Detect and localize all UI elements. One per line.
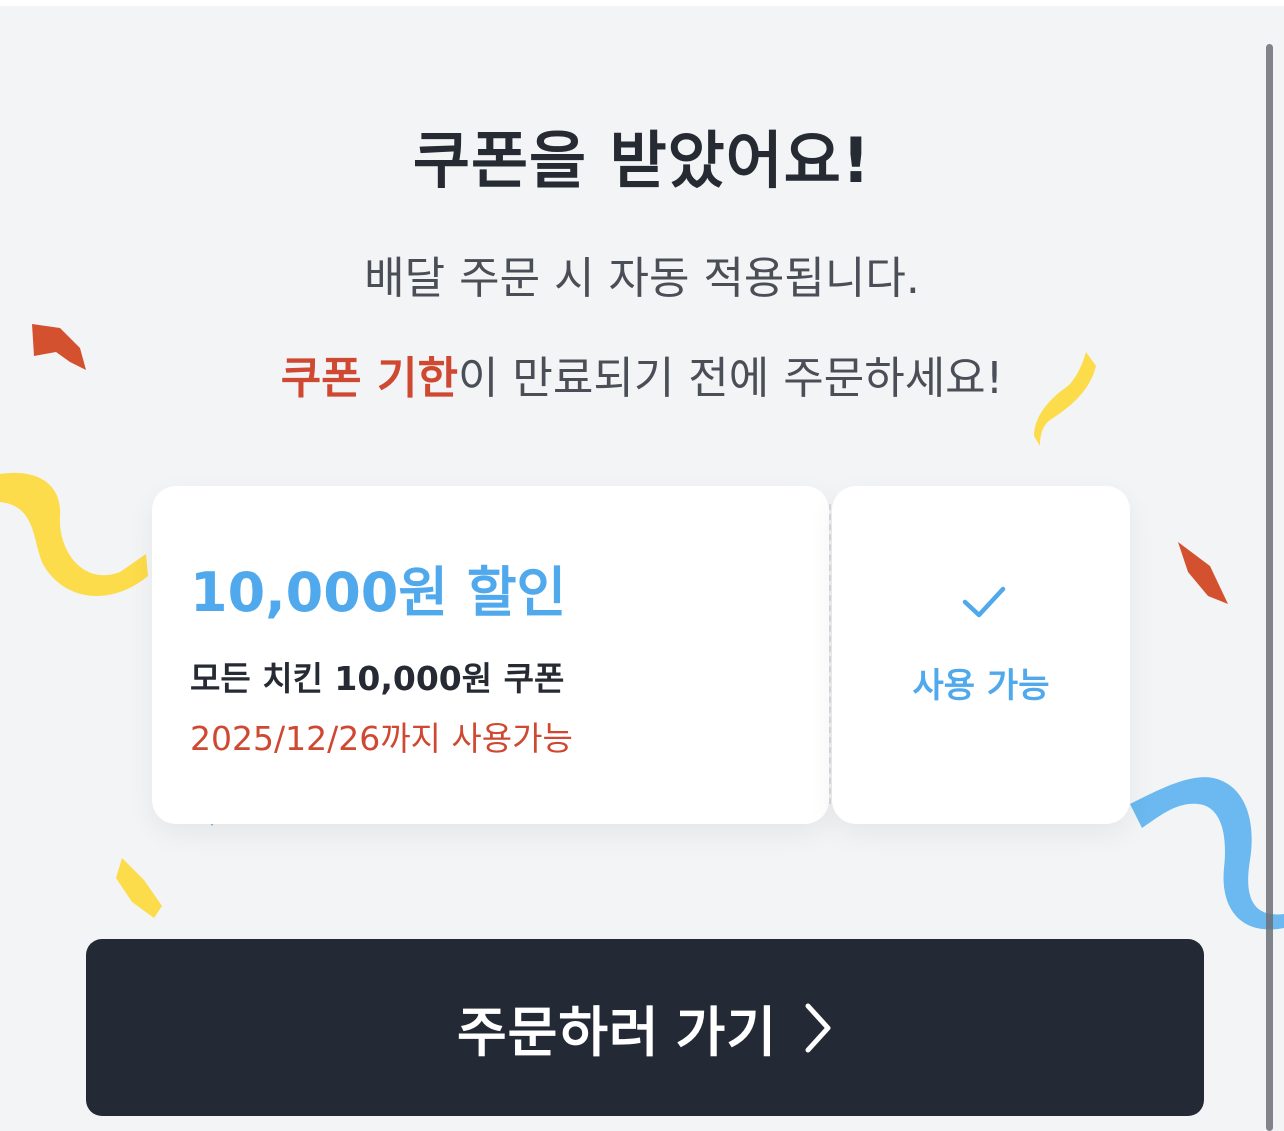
confetti-yellow-wave-left <box>0 472 148 597</box>
go-to-order-button[interactable]: 주문하러 가기 <box>86 939 1204 1116</box>
scrollbar[interactable] <box>1266 44 1273 1131</box>
expiry-notice-highlight: 쿠폰 기한 <box>280 353 458 404</box>
auto-apply-subtitle: 배달 주문 시 자동 적용됩니다. <box>364 253 920 304</box>
coupon-perforation-divider <box>829 504 831 804</box>
confetti-blue-ribbon <box>1130 777 1284 930</box>
page-title: 쿠폰을 받았어요! <box>412 124 872 197</box>
confetti-red-shard-right <box>1178 542 1228 604</box>
confetti-yellow-shard <box>116 858 162 918</box>
coupon-name: 모든 치킨 10,000원 쿠폰 <box>190 659 565 698</box>
coupon-card: 10,000원 할인 모든 치킨 10,000원 쿠폰 2025/12/26까지… <box>152 486 829 824</box>
coupon-expiry: 2025/12/26까지 사용가능 <box>190 719 573 758</box>
coupon-received-screen: 쿠폰을 받았어요! 배달 주문 시 자동 적용됩니다. 쿠폰 기한이 만료되기 … <box>0 6 1284 1131</box>
check-icon <box>962 586 1006 618</box>
coupon-discount-amount: 10,000원 할인 <box>190 561 567 624</box>
chevron-right-icon <box>805 1003 831 1052</box>
coupon-status-stub: 사용 가능 <box>832 486 1130 824</box>
expiry-notice-text: 이 만료되기 전에 주문하세요! <box>457 353 1004 404</box>
go-to-order-label: 주문하러 가기 <box>456 1003 778 1063</box>
expiry-notice: 쿠폰 기한이 만료되기 전에 주문하세요! <box>0 342 1284 406</box>
coupon-status-label: 사용 가능 <box>912 666 1050 706</box>
